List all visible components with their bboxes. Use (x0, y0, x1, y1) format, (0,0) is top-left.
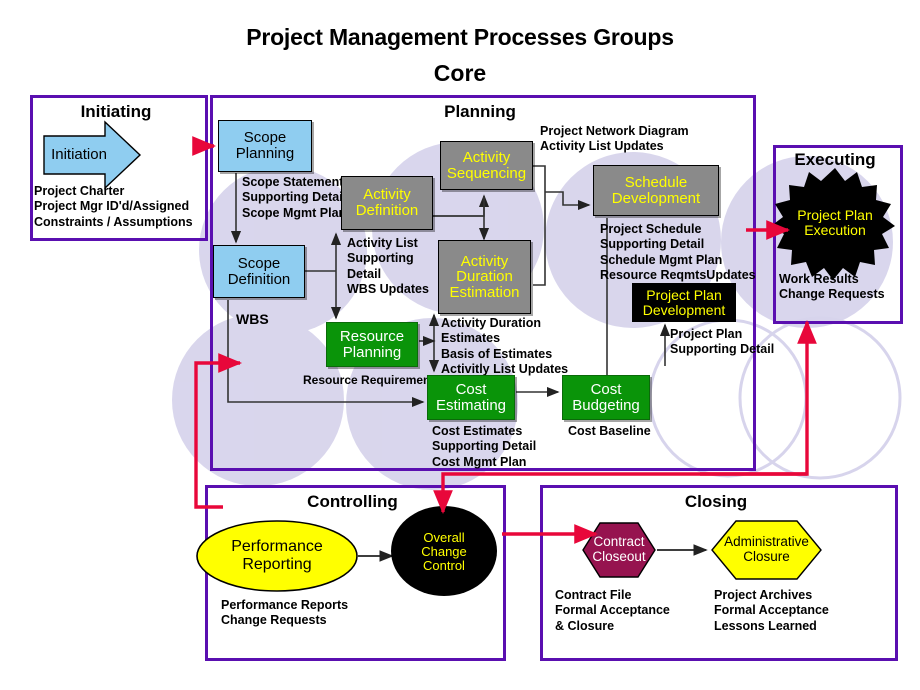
red-flow-arrows (192, 136, 817, 544)
diagram-canvas: Project Management Processes Groups Core… (0, 0, 920, 690)
